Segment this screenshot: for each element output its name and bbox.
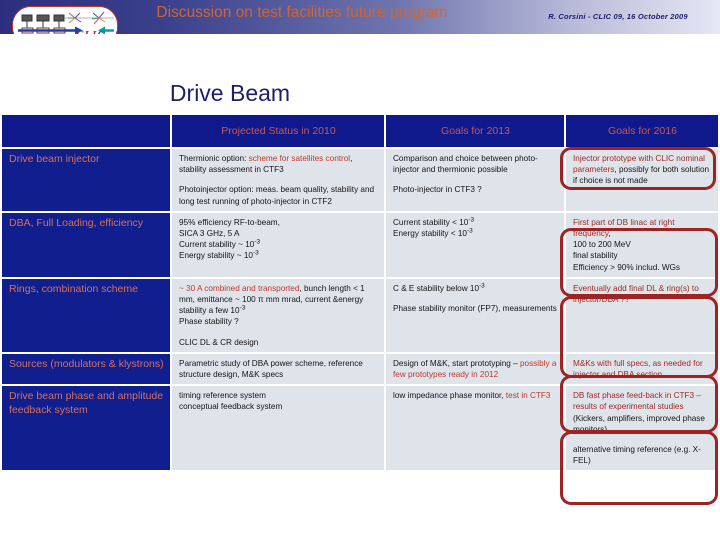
text-eventually-add-dl: Eventually add final DL & ring(s) to inj…	[573, 283, 699, 305]
text-energy-stability-goal: Energy stability < 10-3	[393, 228, 558, 239]
text-final-stability: final stability	[573, 251, 618, 261]
row-label-phase-amplitude-feedback: Drive beam phase and amplitude feedback …	[2, 386, 170, 471]
col-header-goals-2013: Goals for 2013	[386, 115, 564, 147]
table-row: Rings, combination scheme ~ 30 A combine…	[2, 278, 718, 352]
table-row: Drive beam phase and amplitude feedback …	[2, 386, 718, 471]
table-row: Sources (modulators & klystrons) Paramet…	[2, 353, 718, 385]
text-sica: SICA 3 GHz, 5 A	[179, 229, 240, 239]
text-comparison-choice: Comparison and choice between photo-inje…	[393, 154, 538, 175]
presentation-title: Discussion on test facilities future pro…	[156, 4, 448, 21]
text-db-linac-red: First part of DB linac at right frequenc…	[573, 217, 675, 239]
table-header-row: Projected Status in 2010 Goals for 2013 …	[2, 115, 718, 147]
sup-exp: -3	[479, 282, 485, 290]
cell-goals2016-feedback: DB fast phase feed-back in CTF3 – result…	[566, 386, 718, 471]
sup-exp: -3	[254, 238, 261, 246]
sup-exp: -3	[466, 227, 473, 235]
text-kickers-amplifiers: (Kickers, amplifiers, improved phase mon…	[573, 413, 705, 434]
col-header-blank	[2, 115, 170, 147]
text-phase-stability-q: Phase stability ?	[179, 317, 239, 327]
text-energy-range: 100 to 200 MeV	[573, 240, 631, 250]
header-underline	[0, 34, 720, 48]
text-conceptual-feedback: conceptual feedback system	[179, 402, 283, 412]
text-ce-stability-val: C & E stability below 10	[393, 283, 480, 293]
cell-status2010-feedback: timing reference system conceptual feedb…	[172, 386, 384, 471]
sup-exp: -3	[252, 249, 259, 257]
text-current-stability-goal-val: Current stability < 10	[393, 217, 469, 227]
row-label-dba-full-loading: DBA, Full Loading, efficiency	[2, 212, 170, 277]
text-phase-monitor-fp7: Phase stability monitor (FP7), measureme…	[393, 304, 557, 314]
text-thermionic-option: Thermionic option:	[179, 154, 249, 163]
text-test-ctf3: test in CTF3	[505, 391, 551, 401]
text-clic-dl-cr: CLIC DL & CR design	[179, 337, 259, 347]
text-mks-full-specs: M&Ks with full specs, as needed for inje…	[573, 358, 703, 380]
cell-goals2013-injector: Comparison and choice between photo-inje…	[386, 149, 564, 211]
page-title: Drive Beam	[169, 80, 291, 106]
presenter-and-date: R. Corsini - CLIC 09, 16 October 2009	[548, 12, 688, 21]
cell-goals2013-sources: Design of M&K, start prototyping – possi…	[386, 353, 564, 385]
text-design-mk: Design of M&K, start prototyping –	[393, 358, 520, 368]
text-low-impedance-monitor: low impedance phase monitor,	[393, 391, 506, 401]
sup-exp: -3	[468, 216, 475, 224]
table-row: DBA, Full Loading, efficiency 95% effici…	[2, 212, 718, 277]
cell-goals2016-injector: Injector prototype with CLIC nominal par…	[566, 149, 718, 211]
cell-goals2013-rings: C & E stability below 10-3 Phase stabili…	[386, 278, 564, 352]
cell-goals2013-feedback: low impedance phase monitor, test in CTF…	[386, 386, 564, 471]
cell-status2010-rings: ~ 30 A combined and transported, bunch l…	[172, 278, 384, 352]
text-energy-stability: Energy stability ~ 10-3	[179, 250, 378, 261]
cell-goals2016-dba: First part of DB linac at right frequenc…	[566, 212, 718, 277]
cell-status2010-sources: Parametric study of DBA power scheme, re…	[172, 353, 384, 385]
text-satellites-control: scheme for satellites control	[248, 154, 351, 163]
text-db-linac: First part of DB linac at right frequenc…	[573, 217, 712, 239]
slide-header-band: CLIC Discussion on test facilities futur…	[0, 0, 720, 48]
text-energy-stability-val: Energy stability ~ 10	[179, 251, 253, 261]
cell-goals2016-rings: Eventually add final DL & ring(s) to inj…	[566, 278, 718, 352]
cell-status2010-injector: Thermionic option: scheme for satellites…	[172, 149, 384, 211]
text-energy-stability-goal-val: Energy stability < 10	[393, 229, 467, 239]
text-alternative-timing: alternative timing reference (e.g. X-FEL…	[573, 445, 701, 466]
text-parametric-study: Parametric study of DBA power scheme, re…	[179, 358, 363, 380]
sup-exp: -3	[239, 304, 246, 312]
text-current-stability-goal: Current stability < 10-3	[393, 216, 558, 228]
table-row: Drive beam injector Thermionic option: s…	[2, 149, 718, 211]
text-efficiency-goal: Efficiency > 90% includ. WGs	[573, 262, 681, 272]
row-label-rings-combination: Rings, combination scheme	[2, 278, 170, 352]
row-label-drive-beam-injector: Drive beam injector	[2, 149, 170, 211]
text-db-linac-comma: ,	[608, 229, 611, 239]
text-efficiency-rf: 95% efficiency RF-to-beam,	[179, 217, 280, 227]
text-ce-stability: C & E stability below 10-3	[393, 282, 558, 294]
text-photoinjector-ctf3: Photo-injector in CTF3 ?	[393, 185, 482, 195]
text-timing-reference: timing reference system	[179, 391, 266, 401]
cell-goals2013-dba: Current stability < 10-3 Energy stabilit…	[386, 212, 564, 277]
cell-status2010-dba: 95% efficiency RF-to-beam, SICA 3 GHz, 5…	[172, 212, 384, 277]
col-header-goals-2016: Goals for 2016	[566, 115, 718, 147]
text-30a-combined: ~ 30 A combined and transported	[179, 283, 300, 293]
col-header-status-2010: Projected Status in 2010	[172, 115, 384, 147]
drive-beam-roadmap-table: Projected Status in 2010 Goals for 2013 …	[0, 113, 720, 472]
cell-goals2016-sources: M&Ks with full specs, as needed for inje…	[566, 353, 718, 385]
text-db-fast-phase-feedback: DB fast phase feed-back in CTF3 – result…	[573, 391, 701, 412]
row-label-sources: Sources (modulators & klystrons)	[2, 353, 170, 385]
text-current-stability: Current stability ~ 10-3	[179, 239, 378, 250]
text-photoinjector-option: Photoinjector option: meas. beam quality…	[179, 185, 375, 206]
text-current-stability-val: Current stability ~ 10	[179, 240, 255, 250]
